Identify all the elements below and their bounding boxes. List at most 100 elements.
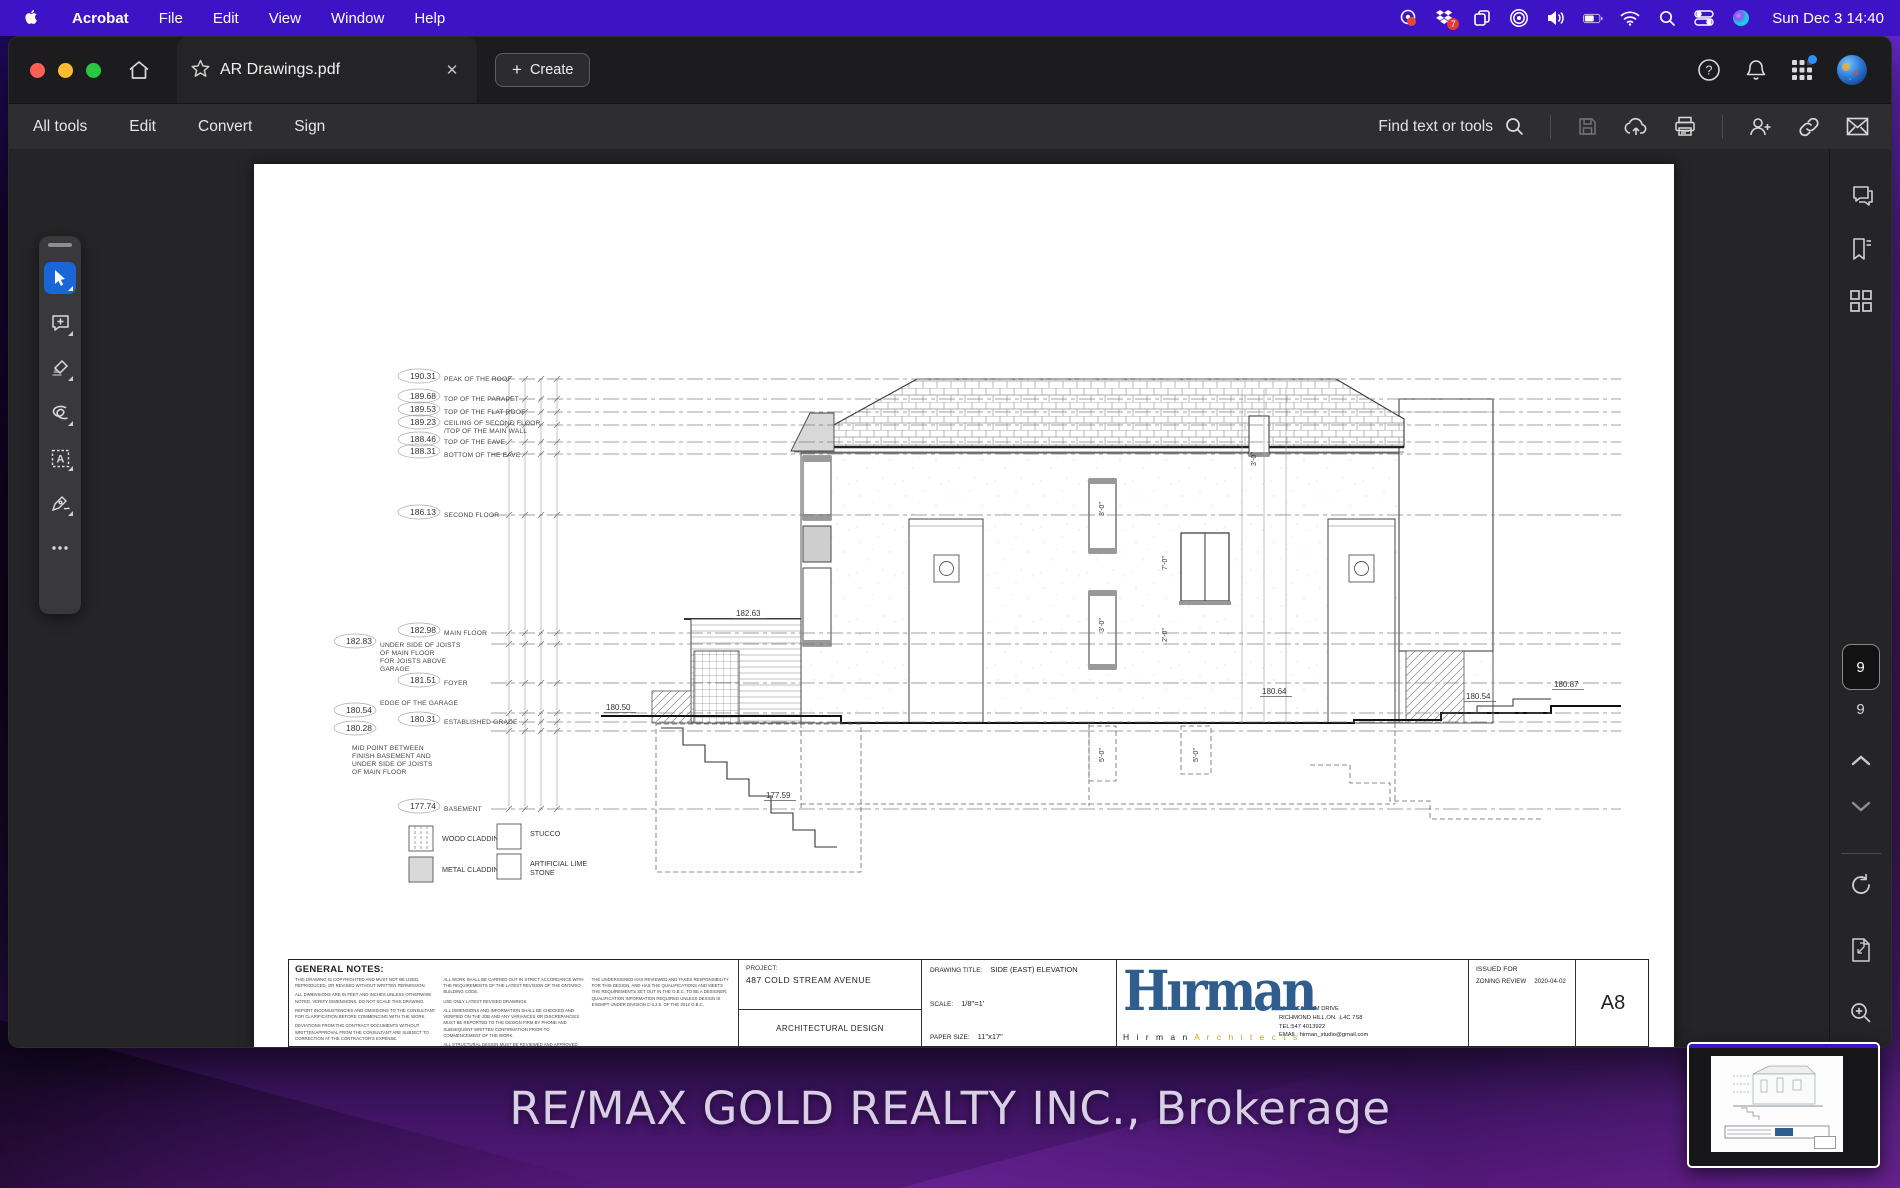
general-note: THIS DRAWING IS COPYRIGHTED AND MUST NOT…: [295, 977, 435, 989]
text-select-icon: A: [51, 449, 70, 468]
menu-bar-clock[interactable]: Sun Dec 3 14:40: [1772, 10, 1884, 27]
elevation-value: 190.31: [410, 371, 436, 381]
mini-menubar: [1689, 1044, 1878, 1048]
apple-logo-icon[interactable]: [22, 9, 42, 27]
menu-edit[interactable]: Edit: [213, 10, 239, 27]
control-center-icon[interactable]: [1694, 9, 1714, 27]
general-notes-col3: THE UNDERSIGNED HAS REVIEWED AND TAKES R…: [592, 977, 732, 1046]
elevation-label: OF MAIN FLOOR: [352, 769, 407, 776]
select-tool-button[interactable]: [44, 262, 76, 294]
zoom-in-icon[interactable]: [1849, 1001, 1873, 1025]
legend-swatch-metal: [409, 857, 433, 882]
general-note: REPORT INCONSISTENCIES AND OMISSIONS TO …: [295, 1008, 435, 1020]
toolbar-sign[interactable]: Sign: [294, 118, 325, 136]
elevation-label: BOTTOM OF THE EAVE: [444, 452, 521, 459]
dropbox-icon[interactable]: 7: [1435, 9, 1455, 27]
menu-file[interactable]: File: [159, 10, 183, 27]
previous-page-chevron-icon[interactable]: [1851, 754, 1871, 766]
page-thumbnails-icon[interactable]: [1849, 289, 1873, 313]
menu-window[interactable]: Window: [331, 10, 384, 27]
screenshot-preview-thumbnail[interactable]: [1687, 1042, 1880, 1168]
elevation-label: UNDER SIDE OF JOISTS: [380, 642, 461, 649]
toolbar-edit[interactable]: Edit: [129, 118, 156, 136]
apps-notification-dot: [1808, 55, 1817, 64]
sheet-number: A8: [1576, 960, 1650, 1046]
dimension-text: 5'-0": [1099, 748, 1106, 762]
elevation-value: 182.98: [410, 625, 436, 635]
title-block: GENERAL NOTES: THIS DRAWING IS COPYRIGHT…: [288, 959, 1649, 1047]
cloud-upload-icon[interactable]: [1624, 117, 1648, 137]
current-page-input[interactable]: 9: [1842, 644, 1880, 690]
add-user-icon[interactable]: [1749, 116, 1772, 137]
bookmarks-panel-icon[interactable]: [1849, 237, 1873, 261]
notifications-bell-icon[interactable]: [1745, 59, 1767, 82]
spot-elevation: 180.64: [1262, 687, 1287, 696]
close-tab-icon[interactable]: ✕: [441, 61, 463, 79]
spot-elevation: 180.87: [1554, 680, 1579, 689]
panel-drag-handle[interactable]: [48, 243, 72, 247]
home-icon[interactable]: [119, 50, 159, 90]
print-icon[interactable]: [1674, 116, 1696, 137]
create-label: Create: [530, 62, 574, 78]
general-note: ALL WORK SHALL BE CARRIED OUT IN STRICT …: [443, 977, 583, 996]
add-comment-tool-button[interactable]: [44, 307, 76, 339]
toolbar-convert[interactable]: Convert: [198, 118, 252, 136]
create-button[interactable]: + Create: [495, 53, 590, 87]
airplay-icon[interactable]: [1509, 9, 1529, 27]
pdf-page[interactable]: 190.31PEAK OF THE ROOF189.68TOP OF THE P…: [254, 164, 1674, 1048]
rotate-page-icon[interactable]: [1849, 873, 1873, 897]
drawing-title-label: DRAWING TITLE:: [930, 967, 982, 974]
link-icon[interactable]: [1798, 116, 1820, 138]
elevation-value: 182.83: [346, 636, 372, 646]
next-page-chevron-icon[interactable]: [1851, 801, 1871, 813]
spotlight-icon[interactable]: [1657, 9, 1677, 27]
copy-icon[interactable]: [1472, 9, 1492, 27]
highlight-tool-button[interactable]: [44, 352, 76, 384]
mini-inner-box: [1814, 1136, 1836, 1149]
more-tools-button[interactable]: [44, 532, 76, 564]
cursor-arrow-icon: [52, 269, 68, 287]
menu-view[interactable]: View: [269, 10, 301, 27]
menu-help[interactable]: Help: [414, 10, 445, 27]
fountain-pen-icon: [51, 495, 70, 512]
find-text-or-tools[interactable]: Find text or tools: [1378, 117, 1524, 136]
total-pages: 9: [1856, 701, 1864, 718]
legend-label: ARTIFICIAL LIME: [530, 859, 587, 868]
help-icon[interactable]: ?: [1697, 58, 1721, 82]
quick-tools-panel: A: [39, 236, 81, 614]
star-icon[interactable]: [191, 59, 210, 82]
document-workspace: A: [9, 149, 1891, 1048]
project-value: 487 COLD STREAM AVENUE: [746, 975, 914, 985]
elevation-label: GARAGE: [380, 666, 410, 673]
select-text-tool-button[interactable]: A: [44, 442, 76, 474]
zoom-window-button[interactable]: [86, 63, 101, 78]
spot-elevation: 180.50: [606, 703, 631, 712]
app-launcher-grid-icon[interactable]: [1791, 59, 1813, 81]
minimize-window-button[interactable]: [58, 63, 73, 78]
battery-icon[interactable]: [1583, 9, 1603, 27]
window-controls: [9, 63, 119, 78]
user-avatar[interactable]: [1837, 55, 1867, 85]
close-window-button[interactable]: [30, 63, 45, 78]
dimension-text: 3'-0": [1251, 452, 1258, 466]
elevation-label: TOP OF THE PARAPET: [444, 396, 519, 403]
export-resize-icon[interactable]: [1849, 937, 1873, 963]
fill-sign-tool-button[interactable]: [44, 487, 76, 519]
comments-panel-icon[interactable]: [1848, 183, 1874, 207]
document-canvas[interactable]: A: [9, 149, 1829, 1048]
main-toolbar: All tools Edit Convert Sign Find text or…: [9, 103, 1891, 149]
draw-tool-button[interactable]: [44, 397, 76, 429]
document-tab[interactable]: AR Drawings.pdf ✕: [177, 37, 477, 103]
volume-icon[interactable]: [1546, 9, 1566, 27]
general-note: THE UNDERSIGNED HAS REVIEWED AND TAKES R…: [592, 977, 732, 1008]
wifi-icon[interactable]: [1620, 9, 1640, 27]
menu-acrobat[interactable]: Acrobat: [72, 10, 129, 27]
general-note: ALL DIMENSIONS AND INFORMATION SHALL BE …: [443, 1008, 583, 1039]
save-icon[interactable]: [1577, 116, 1598, 137]
siri-icon[interactable]: [1731, 9, 1751, 27]
toolbar-all-tools[interactable]: All tools: [33, 118, 87, 136]
elevation-label: MID POINT BETWEEN: [352, 745, 424, 752]
email-icon[interactable]: [1846, 117, 1869, 136]
screen-mirroring-icon[interactable]: [1398, 9, 1418, 27]
hirman-wordmark: H i r m a n A r c h i t e c t s: [1123, 1032, 1300, 1042]
